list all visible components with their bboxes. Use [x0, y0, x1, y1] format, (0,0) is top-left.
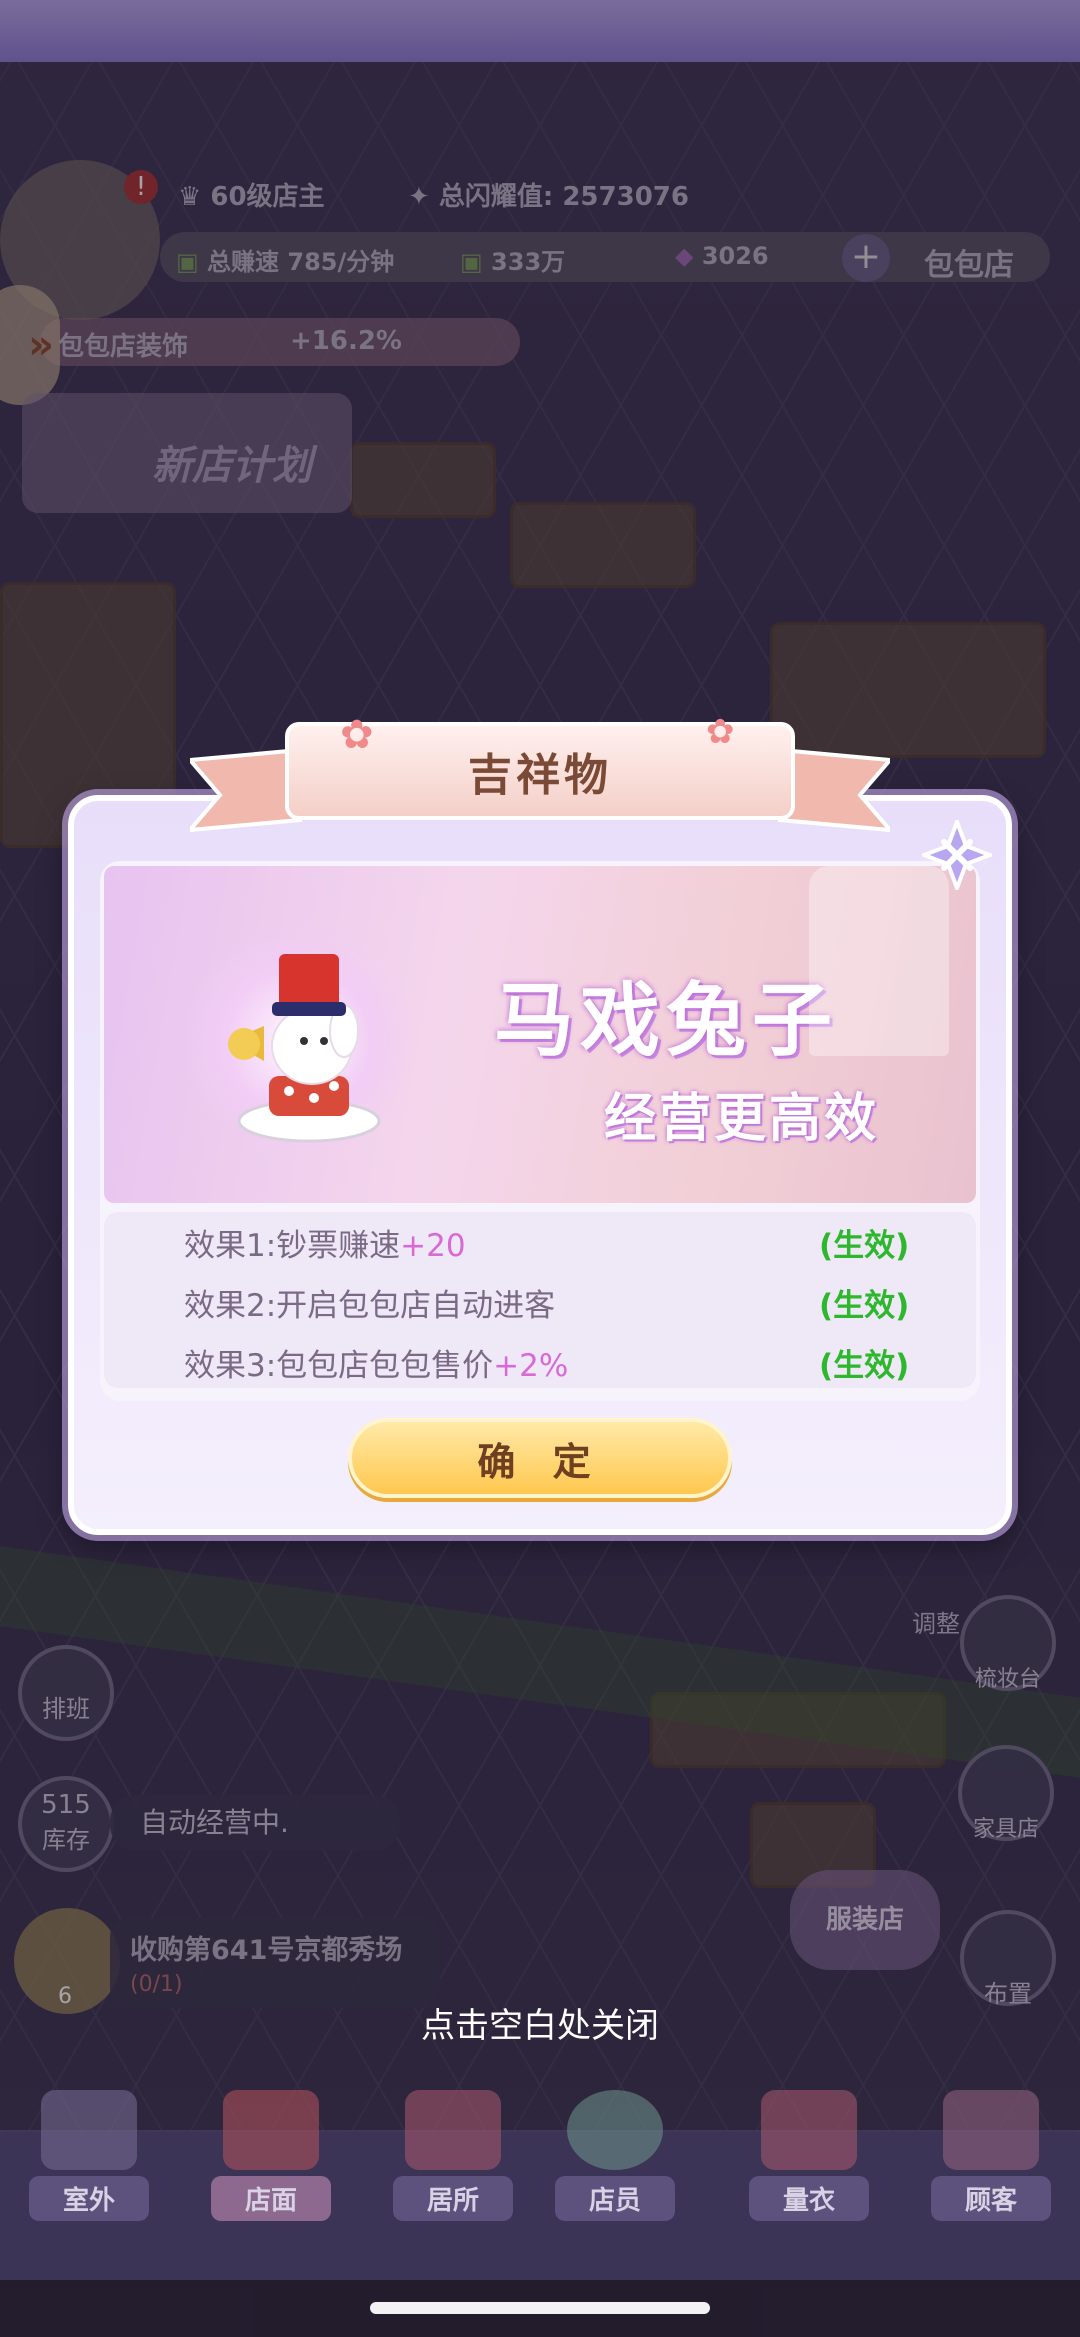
dress-mannequin — [809, 866, 949, 1056]
dialog-title: 吉祥物 — [468, 750, 612, 801]
nav-outdoor[interactable]: 室外 — [14, 2090, 164, 2221]
effect-row: 效果3:包包店包包售价+2% (生效) — [184, 1348, 910, 1384]
close-hint: 点击空白处关闭 — [421, 2006, 659, 2046]
confirm-button[interactable]: 确 定 — [348, 1418, 732, 1498]
store-icon — [223, 2090, 319, 2170]
staff-icon — [567, 2090, 663, 2170]
banner-title: 马戏兔子 — [494, 974, 838, 1067]
nav-customers[interactable]: 顾客 — [916, 2090, 1066, 2221]
effect-row: 效果2:开启包包店自动进客 (生效) — [184, 1288, 910, 1324]
house-icon — [405, 2090, 501, 2170]
effect-row: 效果1:钞票赚速+20 (生效) — [184, 1228, 910, 1264]
banner-subtitle: 经营更高效 — [604, 1089, 880, 1149]
mascot-banner: 马戏兔子 经营更高效 — [104, 866, 976, 1203]
nav-staff[interactable]: 店员 — [540, 2090, 690, 2221]
flower-icon: ✿ — [340, 712, 374, 758]
nav-residence[interactable]: 居所 — [378, 2090, 528, 2221]
nav-storefront[interactable]: 店面 — [196, 2090, 346, 2221]
circus-rabbit-mascot-icon — [228, 954, 381, 1143]
home-indicator[interactable] — [370, 2302, 710, 2314]
flower-icon: ✿ — [706, 712, 735, 752]
palm-tree-icon — [41, 2090, 137, 2170]
close-icon[interactable] — [922, 820, 992, 890]
tape-measure-icon — [761, 2090, 857, 2170]
nav-measure[interactable]: 量衣 — [734, 2090, 884, 2221]
customer-icon — [943, 2090, 1039, 2170]
